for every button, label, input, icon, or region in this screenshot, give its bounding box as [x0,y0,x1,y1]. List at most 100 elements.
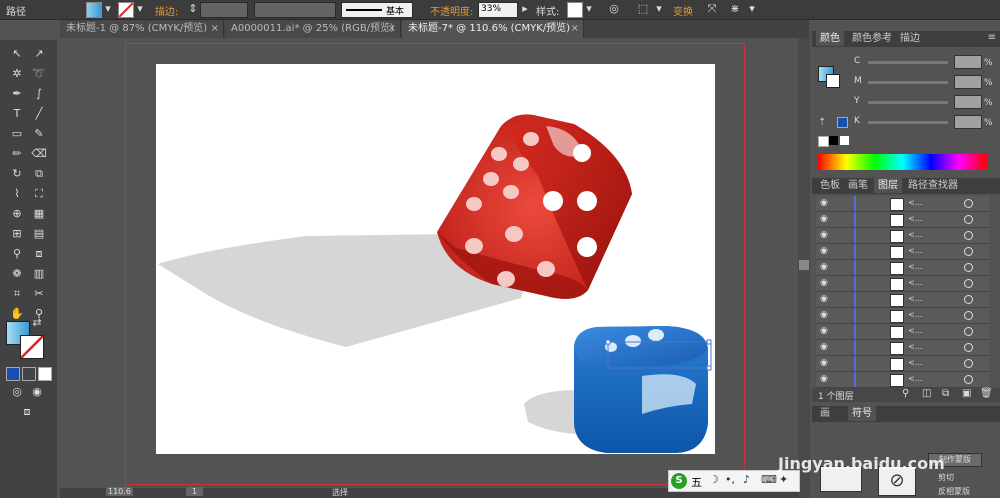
variable-width-dropdown[interactable] [254,2,336,18]
gamut-swatch[interactable] [837,117,848,128]
magic-wand-icon[interactable]: ✲ [8,66,26,82]
vertical-scrollbar[interactable] [798,38,810,498]
tab-color[interactable]: 颜色 [816,31,844,46]
layer-name[interactable]: <... [908,342,922,351]
cyan-slider[interactable] [868,61,948,64]
line-tool-icon[interactable]: ╱ [30,106,48,122]
lasso-icon[interactable]: ➰ [30,66,48,82]
delete-layer-icon[interactable]: 🗑 [980,388,993,399]
tab-brushes[interactable]: 画笔 [844,178,872,193]
stroke-swatch[interactable] [118,2,134,18]
warp-tool-icon[interactable]: ⌇ [8,186,26,202]
symbol-sprayer-icon[interactable]: ❁ [8,266,26,282]
scale-tool-icon[interactable]: ⧉ [30,166,48,182]
tab-symbols[interactable]: 符号 [848,406,876,421]
artboard[interactable] [156,64,715,454]
moon-icon[interactable]: ☽ [709,473,719,486]
eyedropper-icon[interactable]: ⚲ [8,246,26,262]
eye-icon[interactable]: ◉ [820,278,828,288]
blue-die[interactable] [574,326,712,453]
layer-name[interactable]: <... [908,198,922,207]
isolate-icon[interactable]: ⤧ [705,2,719,16]
layer-row[interactable]: ◉ <... [816,228,990,244]
close-icon[interactable]: × [388,20,396,38]
chevron-down-icon[interactable]: ▾ [745,2,759,16]
eye-icon[interactable]: ◉ [820,230,828,240]
gradient-mode-icon[interactable] [22,367,36,381]
eye-icon[interactable]: ◉ [820,342,828,352]
layer-row[interactable]: ◉ <... [816,308,990,324]
tab-stroke[interactable]: 描边 [896,31,924,46]
layer-row[interactable]: ◉ <... [816,372,990,388]
target-icon[interactable] [964,295,973,304]
yellow-slider[interactable] [868,101,948,104]
chevron-down-icon[interactable]: ▾ [652,2,666,16]
transform-link[interactable]: 变换 [673,3,693,18]
slice-tool-icon[interactable]: ✂ [30,286,48,302]
selection-tool-icon[interactable]: ↖ [8,46,26,62]
blend-tool-icon[interactable]: ⧈ [30,246,48,262]
eye-icon[interactable]: ◉ [820,294,828,304]
chevron-down-icon[interactable]: ▾ [101,2,115,16]
punctuation-icon[interactable]: •, [725,473,735,486]
ime-logo-icon[interactable]: S [671,473,687,489]
tab-a0000011[interactable]: A0000011.ai* @ 25% (RGB/预览) × [225,20,401,38]
paintbrush-icon[interactable]: ✎ [30,126,48,142]
settings-icon[interactable]: ✦ [779,473,788,486]
arrange-icon[interactable]: ⋇ [728,2,742,16]
screen-mode-icon[interactable]: ⧈ [18,404,36,420]
target-icon[interactable] [964,199,973,208]
color-mode-icon[interactable] [6,367,20,381]
layer-name[interactable]: <... [908,310,922,319]
chevron-down-icon[interactable]: ▾ [582,2,596,16]
chevron-down-icon[interactable]: ▾ [133,2,147,16]
black-swatch[interactable] [829,136,838,145]
zoom-field[interactable]: 110.6 [106,487,133,496]
brush-profile-dropdown[interactable]: 基本 [341,2,413,18]
target-icon[interactable] [964,359,973,368]
target-icon[interactable] [964,215,973,224]
eye-icon[interactable]: ◉ [820,246,828,256]
black-slider[interactable] [868,121,948,124]
page-field[interactable]: 1 [186,487,204,496]
direct-selection-tool-icon[interactable]: ↗ [30,46,48,62]
panel-menu-icon[interactable]: ≡ [988,32,996,43]
close-icon[interactable]: × [211,20,219,38]
black-input[interactable] [954,115,982,129]
chevron-right-icon[interactable]: ▸ [518,2,532,16]
clipping-mask-icon[interactable]: ◫ [922,388,931,399]
layer-name[interactable]: <... [908,326,922,335]
layer-name[interactable]: <... [908,246,922,255]
perspective-grid-icon[interactable]: ▦ [30,206,48,222]
layer-row[interactable]: ◉ <... [816,292,990,308]
free-transform-icon[interactable]: ⛶ [30,186,48,202]
fill-swatch[interactable] [86,2,102,18]
layer-name[interactable]: <... [908,262,922,271]
magenta-slider[interactable] [868,81,948,84]
layer-row[interactable]: ◉ <... [816,244,990,260]
layer-name[interactable]: <... [908,358,922,367]
layer-name[interactable]: <... [908,230,922,239]
target-icon[interactable] [964,279,973,288]
swap-colors-icon[interactable]: ⇄ [28,315,46,331]
hand-tool-icon[interactable]: ✋ [8,306,26,322]
tab-untitled-1[interactable]: 未标题-1 @ 87% (CMYK/预览) × [60,20,224,38]
stroke-label[interactable]: 描边: [155,3,178,18]
panel-stroke-swatch[interactable] [826,74,840,88]
stroke-weight-dropdown[interactable] [200,2,248,18]
curvature-tool-icon[interactable]: ∫ [30,86,48,102]
recolor-icon[interactable]: ◎ [607,2,621,16]
layer-name[interactable]: <... [908,294,922,303]
layer-row[interactable]: ◉ <... [816,260,990,276]
artboard-tool-icon[interactable]: ⌗ [8,286,26,302]
ime-mode-label[interactable]: 五 [691,474,702,490]
magenta-input[interactable] [954,75,982,89]
layer-name[interactable]: <... [908,374,922,383]
target-icon[interactable] [964,263,973,272]
close-icon[interactable]: × [571,20,579,38]
draw-mode-icon[interactable]: ◎ [8,384,26,400]
shape-builder-icon[interactable]: ⊕ [8,206,26,222]
none-mode-icon[interactable] [38,367,52,381]
opacity-input[interactable]: 33% [478,2,518,18]
eye-icon[interactable]: ◉ [820,214,828,224]
